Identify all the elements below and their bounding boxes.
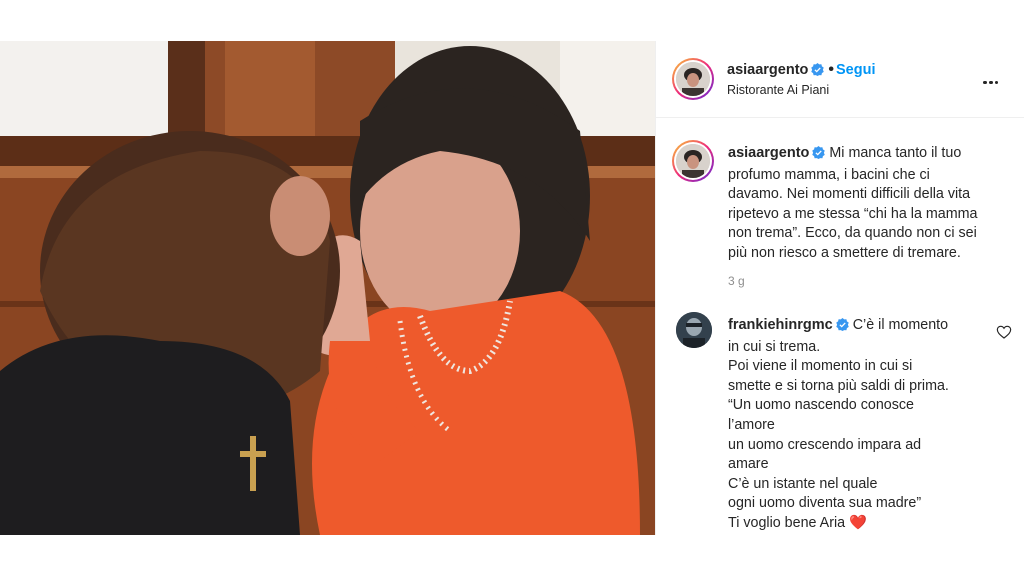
more-options-icon[interactable] xyxy=(982,71,1002,84)
post-sidebar: asiaargento • Segui Ristorante Ai Piani a… xyxy=(655,41,1024,535)
comment-line: Ti voglio bene Aria ❤️ xyxy=(728,514,867,531)
caption-avatar[interactable] xyxy=(672,140,714,182)
post-location[interactable]: Ristorante Ai Piani xyxy=(727,83,829,97)
verified-badge-icon xyxy=(812,146,826,166)
commenter-avatar-image xyxy=(676,312,712,348)
caption-text: asiaargento Mi manca tanto il tuo profum… xyxy=(728,144,1006,264)
caption-line: davamo. Nei momenti difficili della vita xyxy=(728,186,971,203)
comment-line: in cui si trema. xyxy=(728,338,821,355)
comment-line: un uomo crescendo impara ad xyxy=(728,436,922,453)
author-avatar[interactable] xyxy=(672,58,714,100)
caption-avatar-image xyxy=(676,144,710,178)
caption-line: ripetevo a me stessa “chi ha la mamma xyxy=(728,205,978,222)
photo-illustration xyxy=(0,41,655,535)
caption-line: più non riesco a smettere di tremare. xyxy=(728,244,961,261)
comment-text: frankiehinrgmc C’è il momento in cui si … xyxy=(728,316,984,534)
caption-timestamp[interactable]: 3 g xyxy=(728,274,745,288)
post-photo[interactable] xyxy=(0,41,655,535)
caption-line: Mi manca tanto il tuo xyxy=(829,145,962,161)
caption-line: profumo mamma, i bacini che ci xyxy=(728,166,930,183)
post-header: asiaargento • Segui Ristorante Ai Piani xyxy=(656,41,1024,118)
comment-line: C’è un istante nel quale xyxy=(728,475,878,492)
caption-line: non trema”. Ecco, da quando non ci sei xyxy=(728,225,977,242)
verified-badge-icon xyxy=(836,318,849,338)
commenter-username[interactable]: frankiehinrgmc xyxy=(728,317,833,333)
comment-line: smette e si torna più saldi di prima. xyxy=(728,377,949,394)
verified-badge-icon xyxy=(811,63,825,81)
author-username[interactable]: asiaargento xyxy=(727,62,808,78)
comment-line: ogni uomo diventa sua madre” xyxy=(728,495,922,512)
heart-icon[interactable] xyxy=(996,324,1012,340)
comment-line: “Un uomo nascendo conosce xyxy=(728,397,914,414)
comment-line: l’amore xyxy=(728,416,775,433)
commenter-avatar[interactable] xyxy=(676,312,712,348)
avatar-image xyxy=(676,62,710,96)
caption-username[interactable]: asiaargento xyxy=(728,145,809,161)
comment-line: C’è il momento xyxy=(852,317,949,333)
comment-line: amare xyxy=(728,456,769,473)
follow-button[interactable]: Segui xyxy=(836,62,875,78)
separator-dot: • xyxy=(828,61,835,78)
comment-line: Poi viene il momento in cui si xyxy=(728,358,913,375)
